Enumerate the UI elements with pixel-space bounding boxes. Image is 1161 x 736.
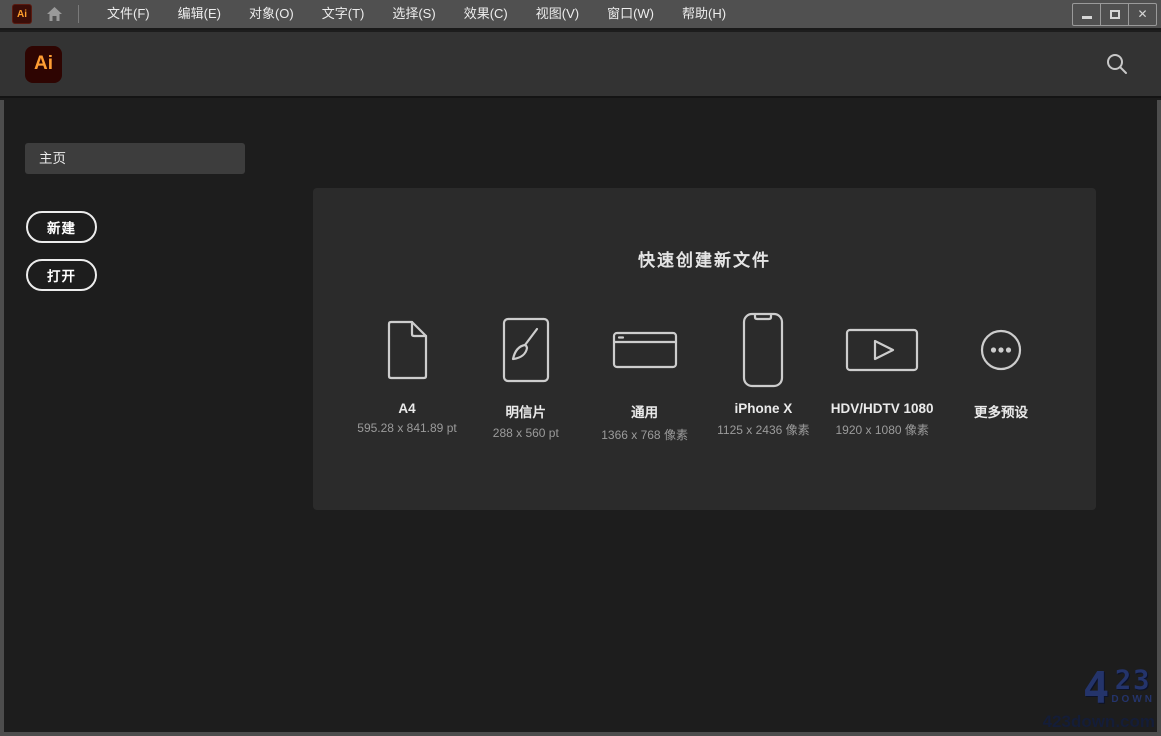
menu-object[interactable]: 对象(O) [235,0,308,28]
watermark-site: 423down.com [1043,713,1155,730]
menu-file[interactable]: 文件(F) [93,0,164,28]
preset-postcard[interactable]: 明信片 288 x 560 pt [470,305,582,443]
more-dots-icon [945,305,1057,395]
preset-web[interactable]: 通用 1366 x 768 像素 [589,305,701,443]
window-controls: ✕ [1073,3,1157,26]
maximize-button[interactable] [1100,3,1129,26]
preset-list: A4 595.28 x 841.89 pt 明信片 288 x 560 pt [351,305,1057,443]
search-button[interactable] [1103,50,1131,78]
preset-dims: 1920 x 1080 像素 [826,421,938,438]
app-header: Ai [0,32,1161,98]
watermark-4: 4 [1083,667,1110,711]
menu-bar: 文件(F) 编辑(E) 对象(O) 文字(T) 选择(S) 效果(C) 视图(V… [93,0,740,28]
preset-dims: 1366 x 768 像素 [589,426,701,443]
minimize-button[interactable] [1072,3,1101,26]
home-icon [46,6,63,22]
document-icon [351,305,463,395]
menu-help[interactable]: 帮助(H) [668,0,740,28]
watermark: 4 23 DOWN 423down.com [1043,667,1155,730]
maximize-icon [1110,10,1120,19]
video-play-icon [826,305,938,395]
watermark-down: DOWN [1111,695,1155,705]
preset-name: iPhone X [707,401,819,416]
menu-window[interactable]: 窗口(W) [593,0,668,28]
quick-create-panel: 快速创建新文件 A4 595.28 x 841.89 pt 明信片 28 [313,188,1096,510]
preset-hdv-1080[interactable]: HDV/HDTV 1080 1920 x 1080 像素 [826,305,938,443]
phone-icon [707,305,819,395]
preset-dims: 1125 x 2436 像素 [707,421,819,438]
minimize-icon [1082,16,1092,19]
menu-effect[interactable]: 效果(C) [450,0,522,28]
preset-name: 更多预设 [945,401,1057,421]
new-button[interactable]: 新建 [26,211,97,243]
preset-name: A4 [351,401,463,416]
preset-dims: 595.28 x 841.89 pt [351,421,463,435]
browser-window-icon [589,305,701,395]
home-button[interactable] [42,4,66,24]
close-button[interactable]: ✕ [1128,3,1157,26]
menu-type[interactable]: 文字(T) [308,0,379,28]
illustrator-logo: Ai [25,46,62,83]
preset-name: 明信片 [470,401,582,421]
menu-select[interactable]: 选择(S) [378,0,449,28]
preset-name: 通用 [589,401,701,421]
sidebar-item-home[interactable]: 主页 [25,143,245,174]
close-icon: ✕ [1137,7,1147,21]
preset-a4[interactable]: A4 595.28 x 841.89 pt [351,305,463,443]
titlebar-separator [78,5,79,23]
preset-more[interactable]: 更多预设 [945,305,1057,443]
preset-name: HDV/HDTV 1080 [826,401,938,416]
preset-iphone-x[interactable]: iPhone X 1125 x 2436 像素 [707,305,819,443]
menu-view[interactable]: 视图(V) [522,0,593,28]
app-mini-icon: Ai [12,4,32,24]
title-bar: Ai 文件(F) 编辑(E) 对象(O) 文字(T) 选择(S) 效果(C) 视… [0,0,1161,30]
menu-edit[interactable]: 编辑(E) [164,0,235,28]
panel-title: 快速创建新文件 [313,188,1096,271]
open-button[interactable]: 打开 [26,259,97,291]
watermark-23: 23 [1115,667,1152,694]
search-icon [1105,52,1129,76]
postcard-brush-icon [470,305,582,395]
preset-dims: 288 x 560 pt [470,426,582,440]
